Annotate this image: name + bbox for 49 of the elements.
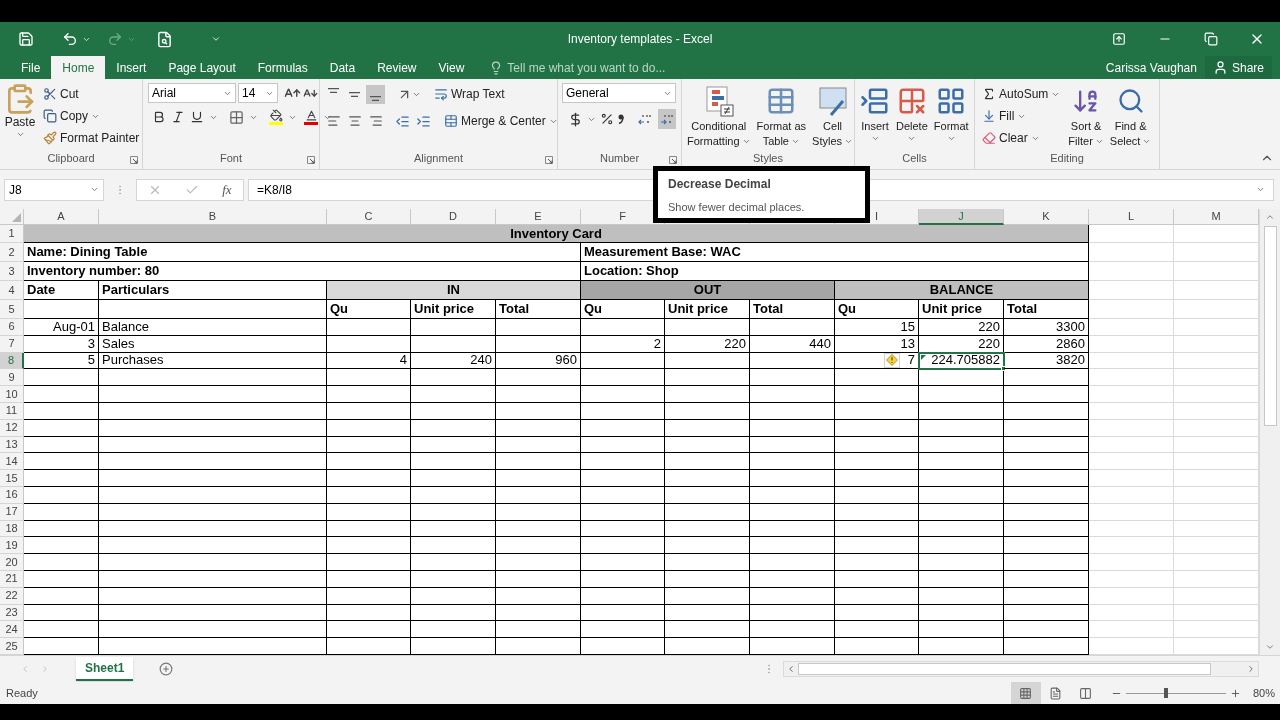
section-header-cell: BALANCE: [835, 281, 1089, 300]
table-cell: Balance: [99, 319, 327, 336]
header-cell: Qu: [835, 300, 919, 319]
title-cell: Inventory Card: [24, 225, 1089, 243]
header-cell: Particulars: [99, 281, 327, 300]
table-cell: 5: [24, 352, 99, 370]
group-label: Number: [599, 151, 640, 166]
group-label: Font: [220, 151, 242, 166]
window-title: Inventory templates - Excel: [567, 31, 713, 48]
table-cell: 3820: [1004, 352, 1089, 370]
header-cell: Unit price: [411, 300, 496, 319]
table-cell: Aug-01: [24, 319, 99, 336]
group-label: Cells: [902, 151, 927, 166]
section-header-cell: OUT: [581, 281, 835, 300]
header-cell: Date: [24, 281, 99, 300]
tooltip-text: Show fewer decimal places.: [668, 200, 806, 215]
header-cell: Qu: [581, 300, 665, 319]
table-cell: 220: [665, 335, 750, 353]
table-cell: 4: [327, 352, 411, 370]
header-cell: Total: [1004, 300, 1089, 319]
group-label: Alignment: [414, 151, 463, 166]
table-cell: 7: [835, 352, 919, 370]
table-cell: 15: [835, 319, 919, 336]
table-cell: Sales: [99, 335, 327, 353]
table-cell: 220: [919, 335, 1004, 353]
table-cell: 3300: [1004, 319, 1089, 336]
header-cell: Total: [750, 300, 835, 319]
table-cell: 2860: [1004, 335, 1089, 353]
info-cell: Measurement Base: WAC: [581, 243, 1089, 262]
header-cell: Unit price: [919, 300, 1004, 319]
section-header-cell: IN: [327, 281, 581, 300]
table-cell: 224.705882: [919, 352, 1004, 370]
table-cell: 13: [835, 335, 919, 353]
status-text: Ready: [6, 685, 38, 701]
table-cell: 3: [24, 335, 99, 353]
table-cell: 960: [496, 352, 581, 370]
table-cell: 440: [750, 335, 835, 353]
info-cell: Name: Dining Table: [24, 243, 581, 262]
table-cell: Purchases: [99, 352, 327, 370]
header-cell: Total: [496, 300, 581, 319]
header-cell: Qu: [327, 300, 411, 319]
header-cell: Unit price: [665, 300, 750, 319]
group-label: Styles: [753, 151, 783, 166]
table-cell: 2: [581, 335, 665, 353]
table-cell: 240: [411, 352, 496, 370]
table-cell: 220: [919, 319, 1004, 336]
group-label: Clipboard: [47, 151, 95, 166]
group-label: Editing: [1050, 151, 1084, 166]
tooltip-title: Decrease Decimal: [668, 176, 772, 193]
